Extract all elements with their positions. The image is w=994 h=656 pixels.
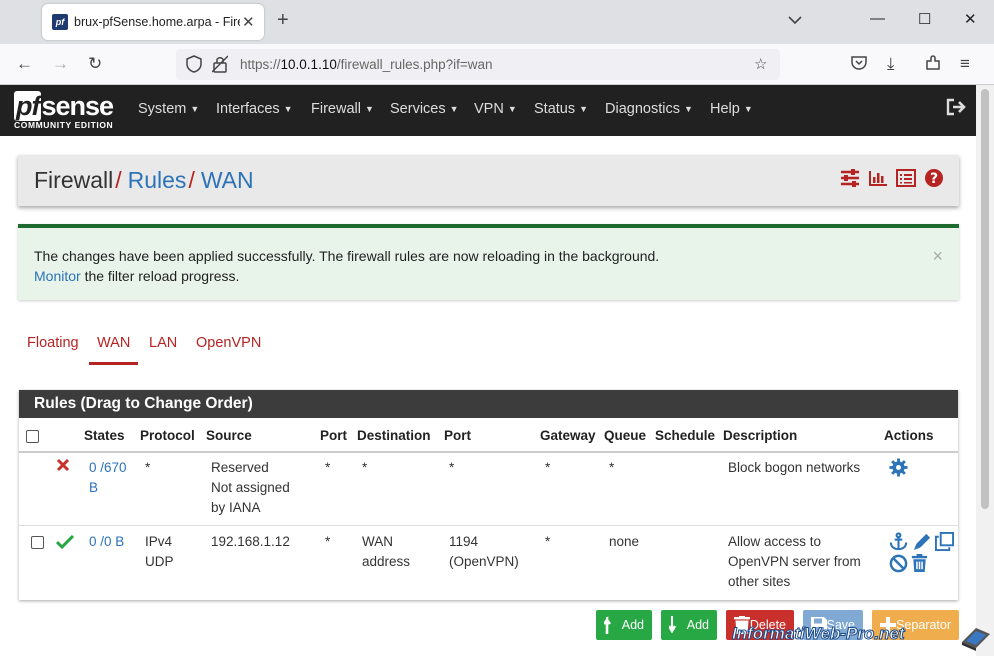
col-actions: Actions (884, 428, 934, 443)
rules-panel: Rules (Drag to Change Order) States Prot… (19, 390, 958, 600)
alert-close-icon[interactable]: × (932, 246, 943, 267)
menu-status[interactable]: Status ▼ (534, 101, 588, 117)
menu-diagnostics[interactable]: Diagnostics ▼ (605, 101, 693, 117)
url-text: https://10.0.1.10/firewall_rules.php?if=… (240, 57, 493, 72)
col-dest-port[interactable]: Port (444, 428, 471, 443)
breadcrumb-rules[interactable]: Rules (128, 167, 187, 193)
menu-system[interactable]: System ▼ (138, 101, 199, 117)
menu-help[interactable]: Help ▼ (710, 101, 753, 117)
col-states[interactable]: States (84, 428, 125, 443)
menu-services[interactable]: Services ▼ (390, 101, 459, 117)
menu-interfaces[interactable]: Interfaces ▼ (216, 101, 293, 117)
minimize-icon[interactable]: — (870, 10, 885, 27)
col-gateway[interactable]: Gateway (540, 428, 596, 443)
browser-tab[interactable]: pf brux-pfSense.home.arpa - Firew ✕ (42, 4, 264, 40)
trash-icon[interactable] (910, 554, 929, 573)
anchor-icon[interactable] (889, 532, 908, 551)
browser-nav-bar: ← → ↻ https://10.0.1.10/firewall_rules.p… (0, 44, 994, 85)
col-queue[interactable]: Queue (604, 428, 646, 443)
monitor-link[interactable]: Monitor (34, 268, 81, 284)
tab-wan[interactable]: WAN (89, 335, 139, 365)
row-select-checkbox[interactable] (31, 536, 44, 549)
help-icon[interactable]: ? (924, 168, 944, 188)
pencil-edit-icon[interactable] (913, 532, 932, 551)
lock-warning-icon[interactable] (211, 55, 229, 77)
pass-check-icon (55, 534, 75, 554)
menu-firewall[interactable]: Firewall ▼ (311, 101, 374, 117)
alert-message: The changes have been applied successful… (34, 248, 660, 264)
breadcrumb-wan[interactable]: WAN (201, 167, 254, 193)
breadcrumb-firewall: Firewall (34, 167, 114, 193)
tab-floating[interactable]: Floating (27, 335, 79, 351)
col-description[interactable]: Description (723, 428, 797, 443)
arrow-up-icon (602, 616, 620, 634)
success-alert: The changes have been applied successful… (18, 224, 959, 300)
tab-openvpn[interactable]: OpenVPN (196, 335, 261, 351)
chevron-down-icon[interactable] (788, 12, 802, 30)
url-bar[interactable]: https://10.0.1.10/firewall_rules.php?if=… (176, 49, 780, 80)
col-source-port[interactable]: Port (320, 428, 347, 443)
tab-lan[interactable]: LAN (149, 335, 177, 351)
col-destination[interactable]: Destination (357, 428, 431, 443)
select-all-checkbox[interactable] (26, 430, 39, 443)
pfsense-navbar: pfsense COMMUNITY EDITION System ▼ Interf… (0, 85, 976, 136)
download-icon[interactable]: ⤓ (887, 54, 895, 74)
shield-icon[interactable] (186, 55, 202, 77)
pocket-icon[interactable] (850, 54, 868, 77)
copy-icon[interactable] (935, 532, 954, 551)
add-bottom-button[interactable]: Add (661, 610, 717, 640)
page-scrollbar[interactable] (976, 85, 994, 656)
rules-panel-title: Rules (Drag to Change Order) (19, 390, 958, 418)
pfsense-logo[interactable]: pfsense COMMUNITY EDITION (14, 91, 124, 131)
back-icon[interactable]: ← (16, 54, 33, 74)
list-icon[interactable] (896, 168, 916, 188)
browser-tab-title: brux-pfSense.home.arpa - Firew (74, 15, 240, 29)
scrollbar-thumb[interactable] (981, 89, 989, 509)
forward-icon[interactable]: → (52, 54, 69, 74)
svg-text:?: ? (930, 171, 938, 187)
watermark-text: InformatiWeb-Pro.net (732, 624, 906, 644)
add-top-button[interactable]: Add (596, 610, 652, 640)
block-x-icon (56, 458, 70, 477)
breadcrumb-panel: Firewall/Rules/WAN ? (18, 155, 959, 206)
window-close-icon[interactable]: ✕ (964, 10, 977, 28)
bar-chart-icon[interactable] (868, 168, 888, 188)
arrow-down-icon (667, 616, 685, 634)
hamburger-menu-icon[interactable]: ≡ (960, 54, 970, 74)
maximize-icon[interactable]: ☐ (918, 10, 931, 28)
extensions-icon[interactable] (924, 54, 942, 77)
reload-icon[interactable]: ↻ (88, 54, 102, 74)
sliders-icon[interactable] (840, 168, 860, 188)
col-schedule[interactable]: Schedule (655, 428, 715, 443)
pfsense-favicon-icon: pf (52, 14, 68, 30)
disable-icon[interactable] (889, 554, 908, 573)
col-protocol[interactable]: Protocol (140, 428, 195, 443)
logout-icon[interactable] (946, 98, 966, 122)
bookmark-star-icon[interactable]: ☆ (754, 55, 767, 73)
new-tab-icon[interactable]: + (277, 9, 289, 32)
col-source[interactable]: Source (206, 428, 252, 443)
laptop-logo-icon (960, 624, 992, 652)
browser-tab-bar: pf brux-pfSense.home.arpa - Firew ✕ + — … (0, 0, 994, 44)
gear-icon[interactable] (889, 458, 908, 477)
states-link[interactable]: 0 /0 B (89, 532, 124, 552)
menu-vpn[interactable]: VPN ▼ (474, 101, 517, 117)
states-link[interactable]: 0 /670 B (89, 458, 127, 498)
breadcrumb: Firewall/Rules/WAN (34, 167, 254, 193)
close-tab-icon[interactable]: ✕ (242, 13, 255, 31)
